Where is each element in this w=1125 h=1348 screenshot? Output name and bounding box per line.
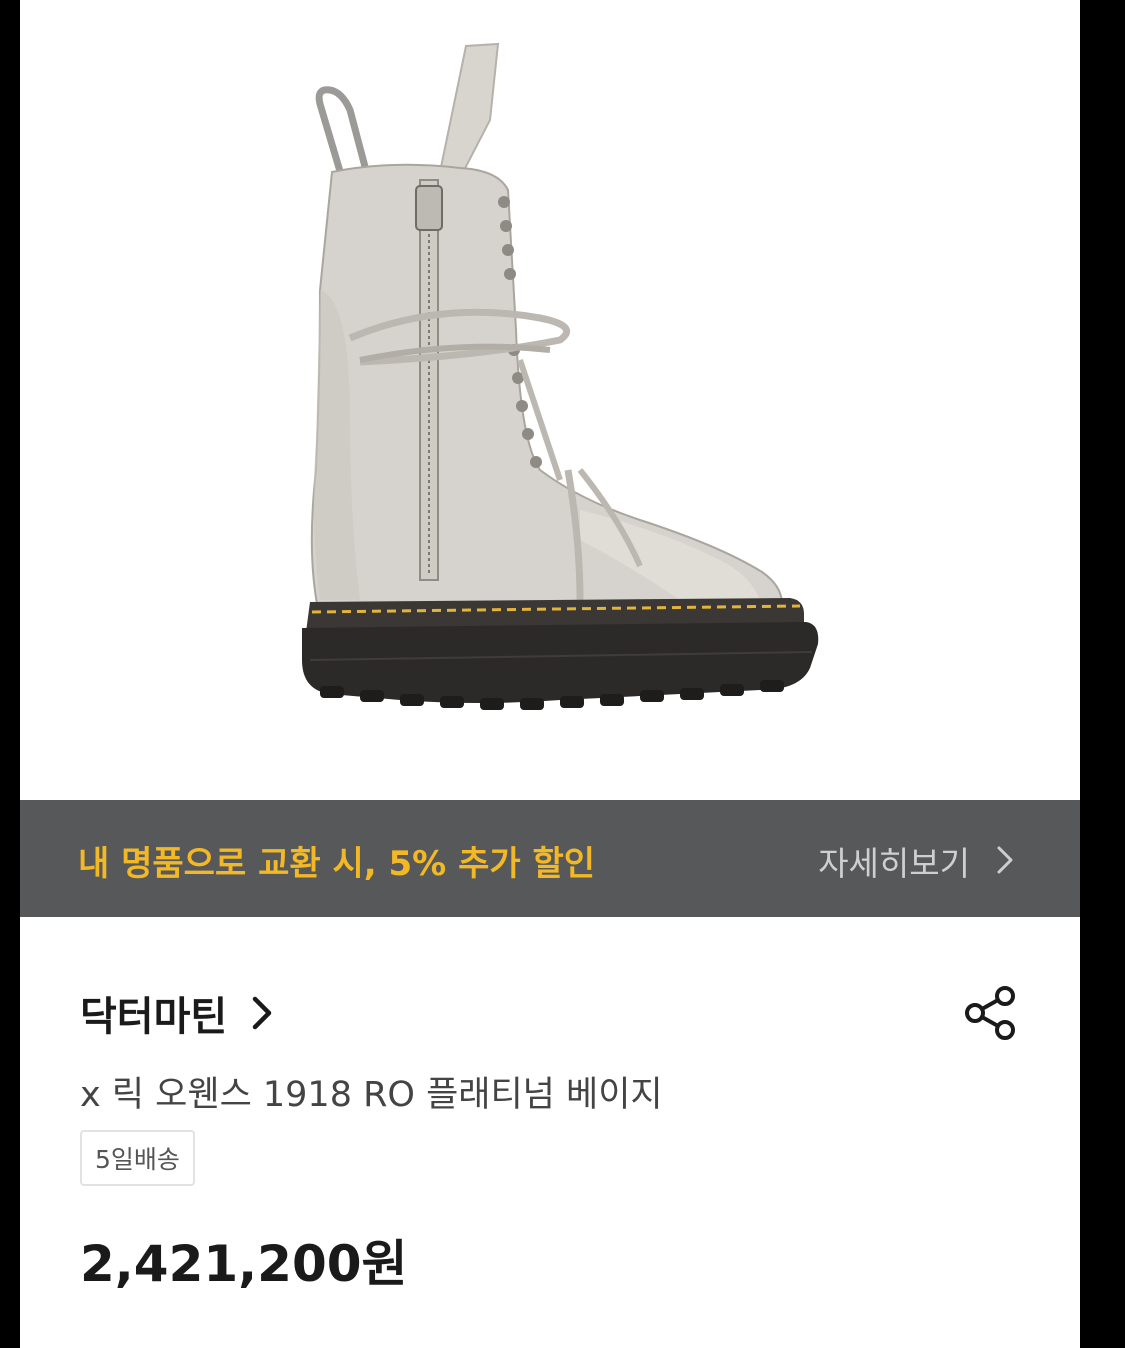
- details-link-label: 자세히보기: [818, 844, 970, 883]
- promo-text: 내 명품으로 교환 시, 5% 추가 할인: [78, 844, 596, 884]
- share-icon[interactable]: [962, 984, 1018, 1042]
- product-name: x 릭 오웬스 1918 RO 플래티넘 베이지: [80, 1075, 663, 1115]
- boot-illustration: [302, 42, 819, 710]
- chevron-right-icon: [252, 996, 272, 1030]
- chevron-right-icon: [997, 846, 1013, 874]
- brand-name: 닥터마틴: [80, 994, 228, 1040]
- product-image[interactable]: [20, 0, 1080, 800]
- details-link[interactable]: 자세히보기: [818, 837, 970, 885]
- product-detail-screen: 내 명품으로 교환 시, 5% 추가 할인 자세히보기 닥터마틴 x 릭 오웬스…: [20, 0, 1080, 1348]
- shipping-badge-label: 5일배송: [95, 1145, 180, 1174]
- brand-link[interactable]: 닥터마틴: [80, 984, 273, 1042]
- promo-banner[interactable]: 내 명품으로 교환 시, 5% 추가 할인 자세히보기: [20, 800, 1080, 917]
- shipping-badge: 5일배송: [80, 1130, 195, 1186]
- product-price: 2,421,200원: [80, 1235, 408, 1293]
